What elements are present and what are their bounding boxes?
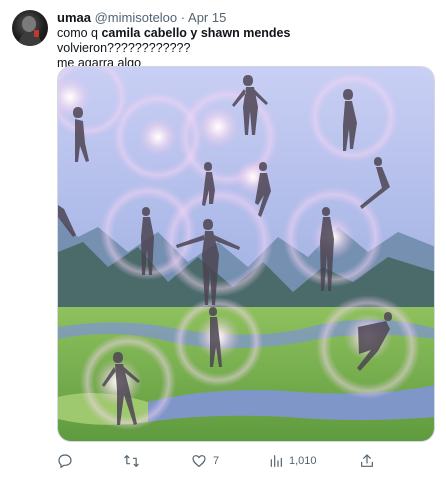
tweet-text: como q camila cabello y shawn mendes vol…	[57, 26, 427, 71]
retweet-button[interactable]	[123, 452, 140, 470]
tweet-date[interactable]: Apr 15	[188, 10, 226, 25]
share-button[interactable]	[359, 452, 375, 470]
tweet-line-1-bold: camila cabello y shawn mendes	[101, 26, 291, 40]
avatar[interactable]	[12, 10, 48, 46]
views-button[interactable]: 1,010	[269, 452, 317, 470]
reply-button[interactable]	[57, 452, 73, 470]
avatar-image	[18, 16, 42, 46]
tweet-media[interactable]	[57, 66, 435, 442]
display-name[interactable]: umaa	[57, 10, 91, 25]
action-bar: 7 1,010	[57, 452, 377, 470]
reply-icon	[58, 454, 72, 468]
retweet-icon	[124, 455, 139, 467]
like-button[interactable]: 7	[191, 452, 219, 470]
views-count: 1,010	[289, 455, 317, 467]
tweet-card[interactable]: umaa @mimisoteloo · Apr 15 como q camila…	[0, 0, 446, 477]
like-count: 7	[213, 455, 220, 467]
handle[interactable]: @mimisoteloo	[95, 10, 178, 25]
tweet-line-1-suffix: volvieron????????????	[57, 41, 191, 55]
tweet-line-1-prefix: como q	[57, 26, 102, 40]
share-icon	[361, 454, 373, 467]
tweet-header: umaa @mimisoteloo · Apr 15	[57, 10, 226, 26]
media-image	[58, 67, 434, 441]
separator-dot: ·	[180, 10, 186, 25]
heart-icon	[192, 455, 206, 467]
tweet-line-1: como q camila cabello y shawn mendes vol…	[57, 26, 427, 56]
views-icon	[270, 455, 282, 467]
